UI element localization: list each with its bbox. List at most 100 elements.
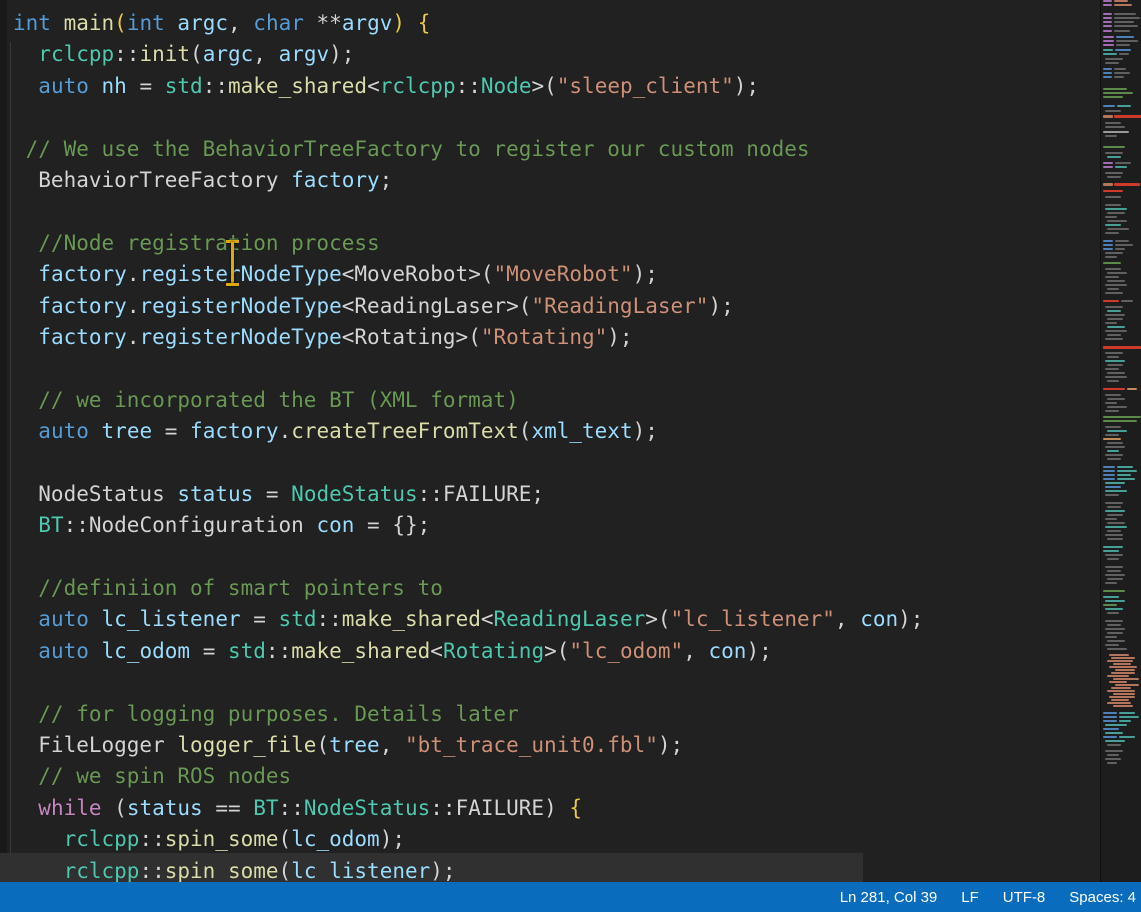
minimap-bar — [1105, 135, 1117, 137]
code-line[interactable]: // we incorporated the BT (XML format) — [13, 385, 923, 416]
code-line[interactable]: BT::NodeConfiguration con = {}; — [13, 510, 923, 541]
minimap-bar — [1103, 68, 1112, 70]
minimap-bar — [1105, 172, 1123, 174]
minimap-bar — [1105, 750, 1123, 752]
code-line[interactable]: rclcpp::init(argc, argv); — [13, 39, 923, 70]
code-line[interactable]: // We use the BehaviorTreeFactory to reg… — [13, 134, 923, 165]
code-editor[interactable]: int main(int argc, char **argv) { rclcpp… — [0, 0, 1141, 882]
code-line[interactable]: factory.registerNodeType<Rotating>("Rota… — [13, 322, 923, 353]
code-line[interactable]: factory.registerNodeType<MoveRobot>("Mov… — [13, 259, 923, 290]
code-line[interactable] — [13, 353, 923, 384]
minimap-bar — [1114, 17, 1140, 19]
minimap[interactable] — [1100, 0, 1141, 882]
minimap-bar — [1103, 76, 1112, 78]
minimap-bar — [1105, 394, 1121, 396]
minimap-bar — [1103, 712, 1117, 714]
minimap-bar — [1103, 736, 1117, 738]
minimap-bar — [1107, 762, 1117, 764]
minimap-bar — [1107, 624, 1121, 626]
status-line-col[interactable]: Ln 281, Col 39 — [840, 889, 938, 906]
minimap-bar — [1105, 208, 1127, 210]
minimap-bar — [1107, 442, 1123, 444]
minimap-bar — [1107, 522, 1125, 524]
minimap-bar — [1107, 156, 1121, 158]
code-line[interactable]: FileLogger logger_file(tree, "bt_trace_u… — [13, 730, 923, 761]
minimap-bar — [1103, 105, 1115, 107]
code-line[interactable]: //definiion of smart pointers to — [13, 573, 923, 604]
minimap-bar — [1109, 654, 1129, 656]
minimap-bar — [1103, 115, 1113, 118]
minimap-bar — [1103, 30, 1112, 32]
minimap-bar — [1105, 582, 1117, 584]
minimap-bar — [1107, 690, 1135, 692]
minimap-bar — [1103, 0, 1112, 2]
minimap-bar — [1103, 478, 1115, 480]
minimap-bar — [1113, 663, 1131, 665]
code-line[interactable]: auto nh = std::make_shared<rclcpp::Node>… — [13, 71, 923, 102]
minimap-bar — [1105, 204, 1121, 206]
minimap-bar — [1115, 166, 1127, 168]
minimap-bar — [1105, 494, 1119, 496]
minimap-bar — [1121, 300, 1133, 302]
minimap-bar — [1107, 675, 1129, 677]
code-line[interactable]: //Node registration process — [13, 228, 923, 259]
status-eol[interactable]: LF — [961, 889, 979, 906]
minimap-bar — [1107, 754, 1119, 756]
minimap-bar — [1105, 224, 1121, 226]
code-line[interactable] — [13, 447, 923, 478]
code-line[interactable]: while (status == BT::NodeStatus::FAILURE… — [13, 793, 923, 824]
minimap-bar — [1105, 434, 1119, 436]
minimap-bar — [1111, 699, 1129, 701]
minimap-bar — [1114, 72, 1130, 74]
minimap-bar — [1109, 681, 1127, 683]
minimap-bar — [1117, 470, 1137, 472]
minimap-bar — [1105, 628, 1125, 630]
code-line[interactable] — [13, 542, 923, 573]
minimap-bar — [1103, 4, 1112, 6]
code-line[interactable] — [13, 196, 923, 227]
minimap-bar — [1119, 716, 1139, 718]
code-line[interactable] — [13, 667, 923, 698]
code-line[interactable]: NodeStatus status = NodeStatus::FAILURE; — [13, 479, 923, 510]
minimap-bar — [1105, 490, 1127, 492]
minimap-bar — [1103, 44, 1114, 46]
code-line[interactable]: // we spin ROS nodes — [13, 761, 923, 792]
code-line[interactable]: auto lc_odom = std::make_shared<Rotating… — [13, 636, 923, 667]
code-line[interactable] — [13, 102, 923, 133]
code-line[interactable]: auto tree = factory.createTreeFromText(x… — [13, 416, 923, 447]
code-line[interactable]: // for logging purposes. Details later — [13, 699, 923, 730]
minimap-bar — [1107, 648, 1127, 650]
minimap-bar — [1105, 58, 1123, 60]
minimap-bar — [1103, 25, 1112, 27]
code-line[interactable]: rclcpp::spin_some(lc_odom); — [13, 824, 923, 855]
minimap-bar — [1105, 454, 1123, 456]
minimap-bar — [1107, 228, 1129, 230]
minimap-bar — [1103, 388, 1125, 390]
code-line[interactable]: factory.registerNodeType<ReadingLaser>("… — [13, 291, 923, 322]
code-line[interactable]: rclcpp::spin_some(lc_listener); — [13, 856, 923, 882]
minimap-bar — [1103, 183, 1113, 186]
minimap-bar — [1105, 410, 1119, 412]
status-indentation[interactable]: Spaces: 4 — [1069, 889, 1136, 906]
minimap-bar — [1103, 474, 1115, 476]
minimap-bar — [1105, 608, 1123, 610]
code-line[interactable]: int main(int argc, char **argv) { — [13, 8, 923, 39]
minimap-bar — [1114, 68, 1126, 70]
minimap-bar — [1107, 310, 1121, 312]
status-encoding[interactable]: UTF-8 — [1003, 889, 1046, 906]
minimap-bar — [1103, 21, 1112, 23]
code-lines[interactable]: int main(int argc, char **argv) { rclcpp… — [13, 8, 923, 882]
minimap-bar — [1111, 672, 1135, 674]
code-line[interactable]: auto lc_listener = std::make_shared<Read… — [13, 604, 923, 635]
indent-guide — [10, 42, 11, 882]
minimap-bar — [1117, 105, 1131, 107]
minimap-bar — [1107, 430, 1127, 432]
minimap-bar — [1105, 256, 1117, 258]
minimap-bar — [1107, 558, 1119, 560]
minimap-bar — [1113, 693, 1135, 695]
minimap-bar — [1103, 17, 1112, 19]
minimap-bar — [1105, 534, 1123, 536]
minimap-bar — [1103, 36, 1114, 38]
minimap-bar — [1107, 660, 1133, 662]
code-line[interactable]: BehaviorTreeFactory factory; — [13, 165, 923, 196]
